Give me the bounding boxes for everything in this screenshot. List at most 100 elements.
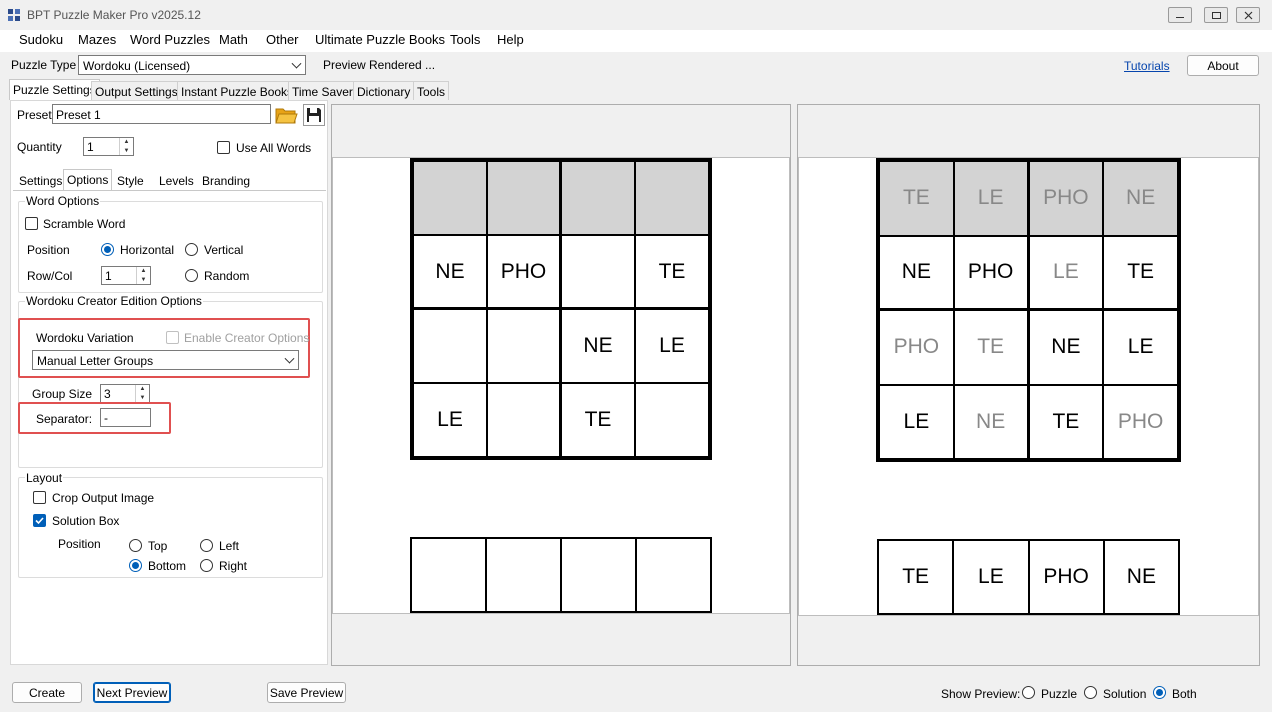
next-preview-button[interactable]: Next Preview <box>93 682 171 703</box>
puzzle-type-dropdown[interactable]: Wordoku (Licensed) <box>78 55 306 75</box>
status-text: Preview Rendered ... <box>323 58 436 72</box>
grid-cell: LE <box>879 384 954 459</box>
grid-cell <box>635 383 709 457</box>
bottom-radio[interactable] <box>129 559 142 572</box>
subtab-levels[interactable]: Levels <box>156 171 197 190</box>
show-preview-label: Show Preview: <box>941 687 1021 701</box>
preset-value: Preset 1 <box>56 108 101 122</box>
save-preview-button[interactable]: Save Preview <box>267 682 346 703</box>
preview-solution-label: Solution <box>1103 687 1147 701</box>
save-preset-button[interactable] <box>303 104 325 126</box>
top-label: Top <box>148 539 168 553</box>
open-preset-button[interactable] <box>274 104 298 126</box>
menu-word-puzzles[interactable]: Word Puzzles <box>130 32 210 47</box>
group-size-value: 3 <box>104 387 111 401</box>
grid-cell: NE <box>879 235 954 310</box>
enable-creator-options-checkbox[interactable] <box>166 331 179 344</box>
layout-position-label: Position <box>58 537 101 551</box>
maximize-button[interactable] <box>1204 7 1228 23</box>
grid-cell <box>487 309 561 383</box>
folder-icon <box>275 108 298 124</box>
horizontal-radio[interactable] <box>101 243 114 256</box>
grid-cell: PHO <box>487 235 561 309</box>
spin-arrows-icon: ▲ ▼ <box>135 385 149 402</box>
group-size-label: Group Size <box>32 387 93 401</box>
preview-solution-radio[interactable] <box>1084 686 1097 699</box>
maximize-icon <box>1211 11 1221 19</box>
quantity-label: Quantity <box>17 140 62 154</box>
create-button[interactable]: Create <box>12 682 82 703</box>
grid-cell: TE <box>1103 235 1178 310</box>
right-radio[interactable] <box>200 559 213 572</box>
crop-output-checkbox[interactable] <box>33 491 46 504</box>
preview-puzzle-radio[interactable] <box>1022 686 1035 699</box>
chevron-down-icon <box>284 353 295 364</box>
close-button[interactable] <box>1236 7 1260 23</box>
tab-output-settings[interactable]: Output Settings <box>91 81 182 100</box>
grid-cell: NE <box>1028 310 1104 385</box>
grid-cell: PHO <box>953 235 1029 310</box>
puzzle-solution-box <box>410 537 712 613</box>
tutorials-link[interactable]: Tutorials <box>1124 59 1170 73</box>
wordoku-variation-dropdown[interactable]: Manual Letter Groups <box>32 350 299 370</box>
menu-ultimate-puzzle-books[interactable]: Ultimate Puzzle Books <box>315 32 445 47</box>
subtab-options[interactable]: Options <box>63 169 113 190</box>
solution-grid: TE LE PHO NE NE PHO LE TE PHO TE NE LE LE NE TE PHO <box>876 158 1181 462</box>
tab-time-saver[interactable]: Time Saver <box>288 81 357 100</box>
solution-box-cell: NE <box>1103 540 1179 614</box>
position-label: Position <box>27 243 70 257</box>
top-radio[interactable] <box>129 539 142 552</box>
vertical-label: Vertical <box>204 243 244 257</box>
menu-math[interactable]: Math <box>219 32 248 47</box>
use-all-words-checkbox[interactable] <box>217 141 230 154</box>
puzzle-type-label: Puzzle Type <box>11 58 77 72</box>
vertical-radio[interactable] <box>185 243 198 256</box>
floppy-disk-icon <box>307 108 321 122</box>
subtab-style[interactable]: Style <box>114 171 147 190</box>
tab-dictionary[interactable]: Dictionary <box>353 81 415 100</box>
puzzle-type-value: Wordoku (Licensed) <box>83 59 191 73</box>
variation-value: Manual Letter Groups <box>37 354 154 368</box>
tab-puzzle-settings[interactable]: Puzzle Settings <box>9 79 100 100</box>
menu-sudoku[interactable]: Sudoku <box>19 32 63 47</box>
puzzle-grid: NE PHO TE NE LE LE TE <box>410 158 712 460</box>
separator-input[interactable]: - <box>100 408 151 427</box>
solution-box-cell <box>636 538 711 612</box>
rowcol-value: 1 <box>105 269 112 283</box>
grid-cell: TE <box>953 310 1029 385</box>
left-label: Left <box>219 539 240 553</box>
creator-options-title: Wordoku Creator Edition Options <box>25 294 203 308</box>
spin-arrows-icon: ▲ ▼ <box>136 267 150 284</box>
menu-mazes[interactable]: Mazes <box>78 32 116 47</box>
grid-cell <box>635 161 709 235</box>
about-button[interactable]: About <box>1187 55 1259 76</box>
use-all-words-label: Use All Words <box>236 141 312 155</box>
left-radio[interactable] <box>200 539 213 552</box>
solution-box-label: Solution Box <box>52 514 120 528</box>
preview-both-radio[interactable] <box>1153 686 1166 699</box>
menu-other[interactable]: Other <box>266 32 299 47</box>
preset-input[interactable]: Preset 1 <box>52 104 271 124</box>
spin-arrows-icon: ▲ ▼ <box>119 138 133 155</box>
grid-cell: NE <box>413 235 487 309</box>
rowcol-label: Row/Col <box>27 269 73 283</box>
rowcol-stepper[interactable]: 1 ▲ ▼ <box>101 266 151 285</box>
quantity-stepper[interactable]: 1 ▲ ▼ <box>83 137 134 156</box>
separator-label: Separator: <box>36 412 93 426</box>
random-radio[interactable] <box>185 269 198 282</box>
solution-box-cell: PHO <box>1028 540 1104 614</box>
solution-box-checkbox[interactable] <box>33 514 46 527</box>
scramble-word-checkbox[interactable] <box>25 217 38 230</box>
subtab-branding[interactable]: Branding <box>199 171 253 190</box>
menu-help[interactable]: Help <box>497 32 524 47</box>
minimize-button[interactable] <box>1168 7 1192 23</box>
menu-tools[interactable]: Tools <box>450 32 480 47</box>
tab-tools[interactable]: Tools <box>413 81 450 100</box>
subtab-settings[interactable]: Settings <box>16 171 65 190</box>
group-size-stepper[interactable]: 3 ▲ ▼ <box>100 384 150 403</box>
preview-puzzle-label: Puzzle <box>1041 687 1078 701</box>
checkmark-icon <box>35 517 44 525</box>
grid-cell: TE <box>879 161 954 236</box>
grid-cell: TE <box>1028 384 1104 459</box>
tab-instant-puzzle-books[interactable]: Instant Puzzle Books <box>177 81 298 100</box>
